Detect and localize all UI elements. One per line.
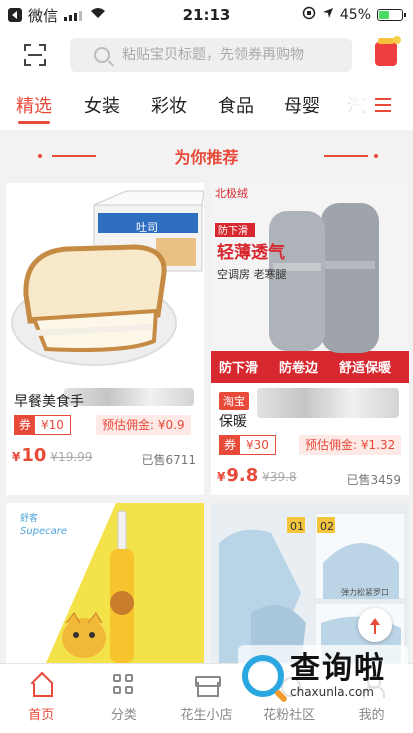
product-card[interactable]: 北极绒 防下滑 轻薄透气 空调房 老寒腿 防下滑 防卷边 舒适保暖 淘宝 保暖 … — [211, 183, 409, 495]
recommend-section-header: 为你推荐 — [0, 130, 413, 182]
tab-women[interactable]: 女装 — [84, 80, 120, 130]
back-to-top-icon[interactable] — [358, 608, 392, 642]
product-image-kneepad: 北极绒 防下滑 轻薄透气 空调房 老寒腿 防下滑 防卷边 舒适保暖 — [211, 183, 409, 383]
scan-icon[interactable] — [24, 44, 46, 66]
shop-icon — [195, 674, 222, 697]
tabs-fade — [337, 88, 363, 122]
svg-text:Supecare: Supecare — [20, 526, 67, 537]
gift-icon[interactable] — [375, 36, 401, 66]
orientation-lock-icon — [302, 6, 316, 24]
grid-icon — [112, 674, 135, 696]
battery-icon — [377, 9, 406, 21]
original-price: ¥19.99 — [50, 450, 93, 464]
svg-text:轻薄透气: 轻薄透气 — [217, 242, 285, 263]
tab-makeup[interactable]: 彩妆 — [151, 80, 187, 130]
product-card[interactable]: 舒客 Supecare — [6, 503, 204, 663]
product-card[interactable]: 吐司 早餐美食手 券 ¥10 预估佣金: ¥0.9 ¥ 10 ¥19.99 已售… — [6, 183, 204, 495]
back-to-app-icon[interactable] — [8, 8, 22, 22]
original-price: ¥39.8 — [262, 470, 297, 484]
product-title: 保暖 — [219, 414, 247, 430]
status-bar: 微信 21:13 45% — [0, 0, 413, 30]
svg-text:北极绒: 北极绒 — [215, 186, 248, 200]
home-icon — [30, 674, 54, 697]
battery-percent: 45% — [339, 7, 371, 23]
nav-home[interactable]: 首页 — [0, 664, 83, 733]
svg-text:弹力松紧罗口: 弹力松紧罗口 — [341, 587, 389, 597]
menu-icon[interactable] — [375, 98, 391, 112]
svg-text:02: 02 — [320, 520, 334, 533]
sold-count: 已售6711 — [141, 453, 196, 467]
svg-text:防下滑: 防下滑 — [218, 224, 248, 237]
sold-count: 已售3459 — [346, 473, 401, 487]
section-title: 为你推荐 — [174, 148, 239, 167]
taobao-tag: 淘宝 — [219, 392, 249, 410]
coupon-badge: 券 ¥30 — [219, 435, 276, 455]
coupon-badge: 券 ¥10 — [14, 415, 71, 435]
commission-badge: 预估佣金: ¥1.32 — [299, 435, 402, 455]
product-image-toothbrush: 舒客 Supecare — [6, 503, 204, 663]
commission-badge: 预估佣金: ¥0.9 — [96, 415, 191, 435]
category-tabs: 精选 女装 彩妆 食品 母婴 汽 — [0, 80, 413, 130]
carrier-label: 微信 — [28, 6, 59, 25]
search-bar[interactable] — [70, 38, 352, 72]
svg-text:空调房 老寒腿: 空调房 老寒腿 — [217, 267, 287, 281]
svg-text:防下滑: 防下滑 — [219, 360, 258, 376]
tab-jingxuan[interactable]: 精选 — [16, 80, 52, 130]
search-icon — [94, 47, 110, 63]
tab-food[interactable]: 食品 — [218, 80, 254, 130]
product-price: ¥ 10 ¥19.99 — [12, 445, 93, 466]
product-title: 早餐美食手 — [14, 394, 84, 410]
product-image-bread: 吐司 — [6, 183, 204, 383]
magnifier-logo-icon — [242, 655, 284, 697]
svg-text:舒客: 舒客 — [20, 512, 38, 524]
svg-text:01: 01 — [290, 520, 304, 533]
location-icon — [322, 7, 334, 23]
product-price: ¥ 9.8 ¥39.8 — [217, 465, 297, 486]
header — [0, 30, 413, 80]
svg-text:防卷边: 防卷边 — [279, 360, 319, 376]
tab-baby[interactable]: 母婴 — [284, 80, 320, 130]
nav-category[interactable]: 分类 — [83, 664, 166, 733]
wifi-icon — [90, 7, 106, 23]
nav-shop[interactable]: 花生小店 — [165, 664, 248, 733]
search-input[interactable] — [122, 47, 342, 63]
signal-icon — [64, 9, 83, 21]
svg-text:舒适保暖: 舒适保暖 — [339, 360, 392, 376]
watermark-logo: 查询啦 chaxunla.com — [238, 645, 408, 707]
svg-text:吐司: 吐司 — [136, 221, 158, 234]
